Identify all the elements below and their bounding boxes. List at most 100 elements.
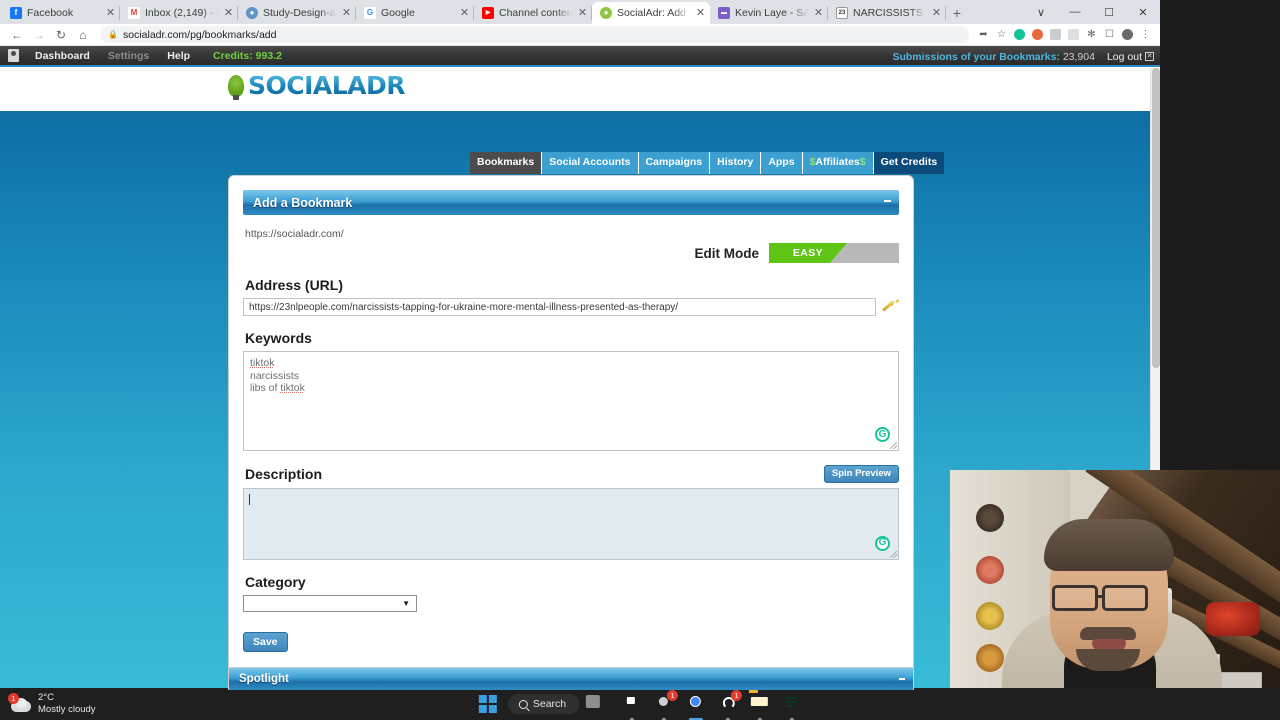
socialadr-logo[interactable]: SocialAdr bbox=[228, 71, 406, 100]
windows-logo-icon bbox=[478, 695, 497, 713]
browser-tab[interactable]: M Inbox (2,149) - fresh ✕ bbox=[120, 2, 238, 24]
tab-title: Facebook bbox=[27, 7, 74, 19]
start-button[interactable] bbox=[476, 692, 500, 716]
edit-mode-toggle[interactable]: EASY bbox=[769, 243, 899, 263]
back-icon[interactable]: ← bbox=[6, 25, 28, 45]
close-icon[interactable]: ✕ bbox=[695, 8, 706, 19]
nav-tab-bookmarks[interactable]: Bookmarks bbox=[470, 152, 543, 174]
tab-title: Inbox (2,149) - fresh bbox=[145, 7, 218, 19]
nav-tab-affiliates[interactable]: $Affiliates$ bbox=[802, 152, 874, 174]
nav-tab-history[interactable]: History bbox=[710, 152, 762, 174]
chrome-button[interactable] bbox=[684, 692, 708, 720]
close-icon[interactable]: ✕ bbox=[459, 8, 470, 19]
close-icon[interactable]: ✕ bbox=[223, 8, 234, 19]
tab-title: Study-Design-and-A bbox=[263, 7, 336, 19]
bookmark-star-icon[interactable]: ☆ bbox=[993, 26, 1010, 44]
eyeglasses-right bbox=[1102, 585, 1148, 611]
scrollbar-thumb[interactable] bbox=[1152, 68, 1160, 368]
close-window-button[interactable]: ✕ bbox=[1126, 0, 1160, 24]
search-label: Search bbox=[532, 698, 567, 710]
chevron-down-icon[interactable]: ∨ bbox=[1024, 0, 1058, 24]
browser-tab-active[interactable]: ● SocialAdr: Add a Boo ✕ bbox=[592, 2, 710, 24]
browser-tab[interactable]: ● Study-Design-and-A ✕ bbox=[238, 2, 356, 24]
file-explorer-button[interactable] bbox=[748, 692, 772, 720]
description-label-row: Description Spin Preview bbox=[245, 465, 899, 483]
user-profile-icon[interactable] bbox=[0, 46, 26, 66]
address-input[interactable] bbox=[243, 298, 876, 316]
socialadr-icon: ● bbox=[600, 7, 612, 19]
browser-tab[interactable]: G Google ✕ bbox=[356, 2, 474, 24]
main-navigation: Bookmarks Social Accounts Campaigns Hist… bbox=[470, 152, 945, 174]
search-button[interactable]: Search bbox=[507, 694, 581, 714]
browser-tab[interactable]: ▶ Channel content - Yo ✕ bbox=[474, 2, 592, 24]
home-icon[interactable]: ⌂ bbox=[72, 25, 94, 45]
video-icon: ▬ bbox=[718, 7, 730, 19]
minimize-button[interactable]: — bbox=[1058, 0, 1092, 24]
close-icon[interactable]: ✕ bbox=[931, 8, 942, 19]
close-icon[interactable]: ✕ bbox=[341, 8, 352, 19]
maximize-button[interactable]: ☐ bbox=[1092, 0, 1126, 24]
nav-tab-campaigns[interactable]: Campaigns bbox=[638, 152, 711, 174]
reading-icon[interactable] bbox=[1065, 26, 1082, 44]
window-controls: ∨ — ☐ ✕ bbox=[1024, 0, 1160, 24]
tab-title: Google bbox=[381, 7, 415, 19]
close-icon[interactable]: ✕ bbox=[813, 8, 824, 19]
save-page-icon[interactable] bbox=[1047, 26, 1064, 44]
new-tab-button[interactable]: + bbox=[946, 2, 968, 24]
search-icon bbox=[518, 699, 528, 709]
whatsapp-button[interactable]: 1 bbox=[716, 690, 743, 720]
keyword-line: tiktok bbox=[250, 357, 275, 369]
grammarly-icon[interactable]: G bbox=[875, 427, 890, 442]
browser-tab[interactable]: 23 NARCISSISTS Tappin ✕ bbox=[828, 2, 946, 24]
spin-preview-button[interactable]: Spin Preview bbox=[823, 465, 899, 483]
close-icon[interactable]: ✕ bbox=[105, 8, 116, 19]
grammarly-icon[interactable]: G bbox=[875, 535, 890, 551]
close-icon[interactable]: ✕ bbox=[577, 8, 588, 19]
chrome-alt-button[interactable]: 1 bbox=[652, 690, 679, 720]
address-bar[interactable]: 🔒 socialadr.com/pg/bookmarks/add bbox=[100, 26, 969, 43]
puzzle-extensions-icon[interactable]: ✻ bbox=[1083, 26, 1100, 44]
magic-wand-icon[interactable]: ✦ ✦ bbox=[882, 297, 900, 316]
resize-handle[interactable] bbox=[890, 550, 897, 558]
category-select[interactable]: ▼ bbox=[243, 594, 417, 612]
task-view-button[interactable] bbox=[588, 692, 612, 716]
browser-tab[interactable]: ▬ Kevin Laye - SAS Wa ✕ bbox=[710, 2, 828, 24]
dollar-suffix-icon: $ bbox=[859, 156, 866, 168]
menu-kebab-icon[interactable]: ⋮ bbox=[1137, 26, 1154, 44]
spotlight-title: Spotlight bbox=[239, 673, 289, 685]
category-label: Category bbox=[245, 573, 306, 590]
card-header: Add a Bookmark bbox=[243, 190, 899, 215]
adminbar-settings-link[interactable]: Settings bbox=[99, 50, 158, 62]
site-url-text: https://socialadr.com/ bbox=[245, 228, 344, 240]
keywords-textarea[interactable]: tiktok narcissists libs of tiktok G bbox=[243, 351, 899, 451]
keyword-line: libs of tiktok bbox=[250, 382, 305, 394]
logout-button[interactable]: Log out ✕ bbox=[1107, 51, 1154, 63]
extension-paint-icon[interactable] bbox=[1029, 26, 1046, 44]
youtube-icon: ▶ bbox=[482, 7, 494, 19]
profile-avatar-icon[interactable] bbox=[1119, 26, 1136, 44]
nav-tab-apps[interactable]: Apps bbox=[761, 152, 803, 174]
share-icon[interactable]: ➦ bbox=[975, 26, 992, 44]
spotify-button[interactable] bbox=[780, 692, 804, 720]
nav-tab-social-accounts[interactable]: Social Accounts bbox=[542, 152, 639, 174]
cloud-icon: 1 bbox=[8, 693, 32, 713]
adminbar-dashboard-link[interactable]: Dashboard bbox=[26, 50, 99, 62]
credits-display: Credits: 993.2 bbox=[213, 50, 282, 62]
description-textarea[interactable]: G bbox=[243, 487, 899, 560]
edit-mode-row: Edit Mode EASY bbox=[243, 243, 899, 263]
grammarly-icon[interactable] bbox=[1011, 26, 1028, 44]
browser-tab[interactable]: f Facebook ✕ bbox=[2, 2, 120, 24]
sidepanel-icon[interactable]: ☐ bbox=[1101, 26, 1118, 44]
nav-tab-get-credits[interactable]: Get Credits bbox=[873, 152, 945, 174]
notification-badge: 1 bbox=[731, 690, 743, 701]
reload-icon[interactable]: ↻ bbox=[50, 25, 72, 45]
teams-button[interactable] bbox=[620, 692, 644, 720]
keyword-line: narcissists bbox=[250, 369, 300, 382]
collapse-icon[interactable] bbox=[899, 678, 905, 680]
resize-handle[interactable] bbox=[890, 442, 897, 449]
save-button[interactable]: Save bbox=[243, 631, 288, 652]
adminbar-help-link[interactable]: Help bbox=[158, 50, 199, 62]
collapse-icon[interactable] bbox=[884, 200, 891, 202]
forward-icon[interactable]: → bbox=[28, 25, 50, 45]
weather-widget[interactable]: 1 2°C Mostly cloudy bbox=[8, 692, 96, 716]
